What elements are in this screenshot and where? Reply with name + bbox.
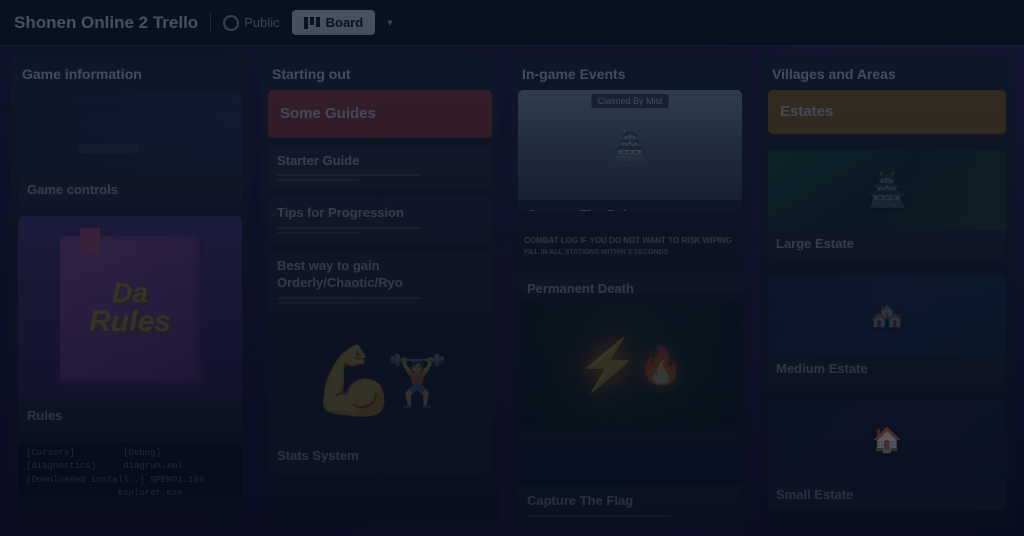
column-villages-body: Estates 🏯 Large Estate 🏘️ Med (760, 90, 1014, 526)
card-small-estate[interactable]: 🏠 Small Estate (768, 401, 1006, 511)
small-estate-image: 🏠 (768, 401, 1006, 481)
column-villages: Villages and Areas Estates 🏯 Large Estat… (760, 56, 1014, 526)
board-area: Game information (0, 46, 1024, 536)
